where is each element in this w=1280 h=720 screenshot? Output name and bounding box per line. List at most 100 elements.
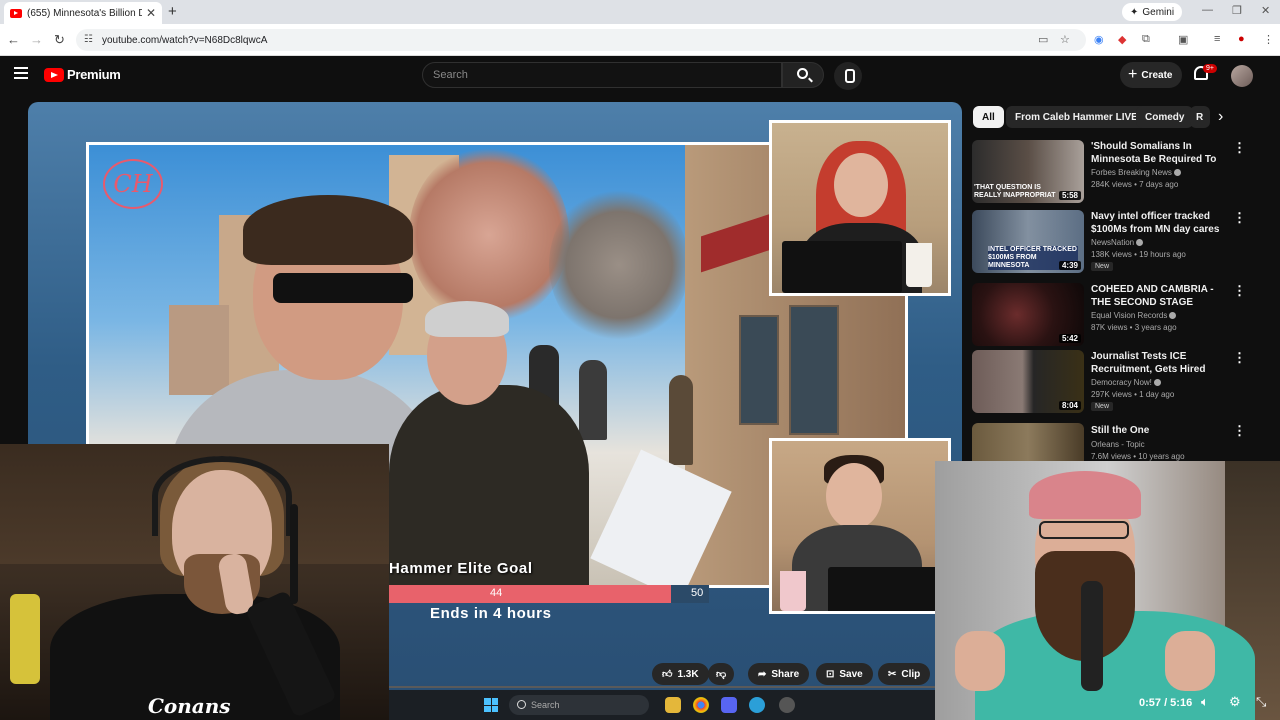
view-count: 284K views • 7 days ago — [1091, 180, 1179, 189]
volume-icon[interactable]: 🔈︎ — [1201, 694, 1209, 710]
dislike-button[interactable]: 👎︎ — [708, 663, 735, 685]
edge-icon[interactable] — [749, 697, 765, 713]
settings-gear-icon[interactable]: ⚙ — [1229, 694, 1241, 710]
search-icon — [797, 68, 808, 79]
youtube-logo-icon[interactable] — [44, 68, 64, 82]
share-button[interactable]: ➦ Share — [748, 663, 810, 685]
close-tab-icon[interactable]: ✕ — [146, 6, 156, 20]
extensions-puzzle-icon[interactable]: ⧉ — [1142, 33, 1150, 46]
minimize-icon[interactable]: — — [1202, 4, 1213, 16]
taskbar-search-placeholder: Search — [531, 700, 560, 710]
account-avatar[interactable] — [1231, 65, 1253, 87]
video-thumbnail[interactable]: 5:42 — [972, 283, 1084, 346]
close-window-icon[interactable]: ✕ — [1261, 4, 1270, 17]
chip-from-caleb-hammer-live[interactable]: From Caleb Hammer LIVE — [1006, 106, 1147, 128]
chip-truncated[interactable]: R — [1190, 106, 1210, 128]
blossom-tree — [409, 145, 569, 325]
channel-name-text: Forbes Breaking News — [1091, 168, 1172, 177]
search-button[interactable] — [782, 62, 824, 88]
media-icon[interactable]: ≡ — [1214, 33, 1220, 45]
video-title[interactable]: COHEED AND CAMBRIA - THE SECOND STAGE TU… — [1091, 283, 1225, 309]
recommendation-item[interactable]: 5:42 COHEED AND CAMBRIA - THE SECOND STA… — [972, 283, 1252, 347]
chrome-menu-icon[interactable]: ⋮ — [1263, 33, 1274, 46]
recommendation-item[interactable]: Still the One Orleans - Topic 7.6M views… — [972, 423, 1252, 461]
more-actions-icon[interactable]: ⋮ — [1233, 210, 1246, 226]
hamburger-menu-icon[interactable] — [14, 67, 28, 79]
more-actions-icon[interactable]: ⋮ — [1233, 423, 1246, 439]
profile-icon[interactable]: ● — [1238, 33, 1245, 45]
video-progress-track[interactable] — [389, 686, 939, 688]
more-actions-icon[interactable]: ⋮ — [1233, 350, 1246, 366]
new-badge: New — [1091, 402, 1114, 411]
channel-name[interactable]: NewsNation — [1091, 238, 1144, 247]
exit-fullscreen-icon[interactable]: ⤡ — [1256, 694, 1266, 710]
url-text: youtube.com/watch?v=N68Dc8lqwcA — [102, 34, 268, 46]
bookmark-star-icon[interactable]: ☆ — [1060, 33, 1070, 46]
url-field[interactable]: ☷ youtube.com/watch?v=N68Dc8lqwcA — [76, 29, 1086, 51]
verified-icon — [1173, 169, 1181, 177]
video-thumbnail[interactable]: INTEL OFFICER TRACKED $100MS FROM MINNES… — [972, 210, 1084, 273]
video-thumbnail[interactable]: 'THAT QUESTION IS REALLY INAPPROPRIAT 5:… — [972, 140, 1084, 203]
premium-wordmark[interactable]: Premium — [67, 67, 121, 82]
new-tab-button[interactable]: + — [168, 3, 177, 20]
goal-max-value: 50 — [691, 587, 704, 599]
scissors-icon: ✂ — [888, 668, 897, 680]
channel-name[interactable]: Equal Vision Records — [1091, 311, 1177, 320]
bare-tree — [549, 185, 689, 345]
video-title[interactable]: Navy intel officer tracked $100Ms from M… — [1091, 210, 1225, 236]
channel-name[interactable]: Forbes Breaking News — [1091, 168, 1181, 177]
cast-icon[interactable]: ▭ — [1038, 33, 1048, 46]
taskbar-search-input[interactable]: Search — [509, 695, 649, 715]
back-icon[interactable]: ← — [7, 32, 20, 47]
extension-icon[interactable]: ◉ — [1094, 33, 1104, 46]
channel-name[interactable]: Orleans - Topic — [1091, 440, 1145, 449]
save-label: Save — [839, 668, 863, 680]
voice-search-mic-icon[interactable] — [834, 62, 862, 90]
chip-all[interactable]: All — [973, 106, 1004, 128]
duration-badge: 4:39 — [1058, 261, 1081, 270]
recommendation-item[interactable]: 8:04 Journalist Tests ICE Recruitment, G… — [972, 350, 1252, 414]
video-title[interactable]: Journalist Tests ICE Recruitment, Gets H… — [1091, 350, 1225, 376]
windows-start-icon[interactable] — [484, 698, 498, 712]
video-thumbnail[interactable]: 8:04 — [972, 350, 1084, 413]
video-title[interactable]: Still the One — [1091, 424, 1225, 437]
new-badge: New — [1091, 262, 1114, 271]
coffee-cup — [906, 243, 932, 287]
microphone — [1081, 581, 1103, 691]
duration-badge: 8:04 — [1058, 401, 1081, 410]
clip-button[interactable]: ✂ Clip — [878, 663, 931, 685]
laptop — [828, 567, 938, 611]
interviewee-hair — [425, 301, 509, 337]
channel-name[interactable]: Democracy Now! — [1091, 378, 1161, 387]
video-thumbnail[interactable] — [972, 423, 1084, 461]
discord-icon[interactable] — [721, 697, 737, 713]
store-window — [789, 305, 839, 435]
recommendation-item[interactable]: 'THAT QUESTION IS REALLY INAPPROPRIAT 5:… — [972, 140, 1252, 204]
more-actions-icon[interactable]: ⋮ — [1233, 140, 1246, 156]
browser-tab[interactable]: (655) Minnesota's Billion Dolla ✕ — [4, 2, 162, 24]
video-title[interactable]: 'Should Somalians In Minnesota Be Requir… — [1091, 140, 1225, 166]
app-icon[interactable] — [779, 697, 795, 713]
save-button[interactable]: ⊡ Save — [816, 663, 873, 685]
recommendation-item[interactable]: INTEL OFFICER TRACKED $100MS FROM MINNES… — [972, 210, 1252, 274]
restore-icon[interactable]: ❐ — [1232, 4, 1242, 17]
like-button[interactable]: 👍︎ 1.3K — [652, 663, 709, 685]
more-actions-icon[interactable]: ⋮ — [1233, 283, 1246, 299]
file-explorer-icon[interactable] — [665, 697, 681, 713]
reload-icon[interactable]: ↻ — [54, 32, 65, 48]
search-input[interactable]: Search — [422, 62, 782, 88]
bottle — [10, 594, 40, 684]
chrome-icon[interactable] — [693, 697, 709, 713]
extension-icon[interactable]: ◆ — [1118, 33, 1126, 46]
address-bar-row: ← → ↻ ☷ youtube.com/watch?v=N68Dc8lqwcA … — [0, 24, 1280, 56]
youtube-masthead: Premium Search + Create 9+ — [0, 56, 1280, 96]
gemini-button[interactable]: ✦ Gemini — [1122, 3, 1183, 21]
create-button[interactable]: + Create — [1120, 62, 1183, 88]
forward-icon[interactable]: → — [30, 32, 43, 47]
chevron-right-icon[interactable]: › — [1218, 108, 1223, 126]
site-info-icon[interactable]: ☷ — [84, 34, 93, 45]
sidebar-icon[interactable]: ▣ — [1178, 33, 1188, 46]
video-time: 0:57 / 5:16 — [1139, 697, 1193, 709]
screen: (655) Minnesota's Billion Dolla ✕ + ✦ Ge… — [0, 0, 1280, 720]
chip-comedy[interactable]: Comedy — [1136, 106, 1194, 128]
